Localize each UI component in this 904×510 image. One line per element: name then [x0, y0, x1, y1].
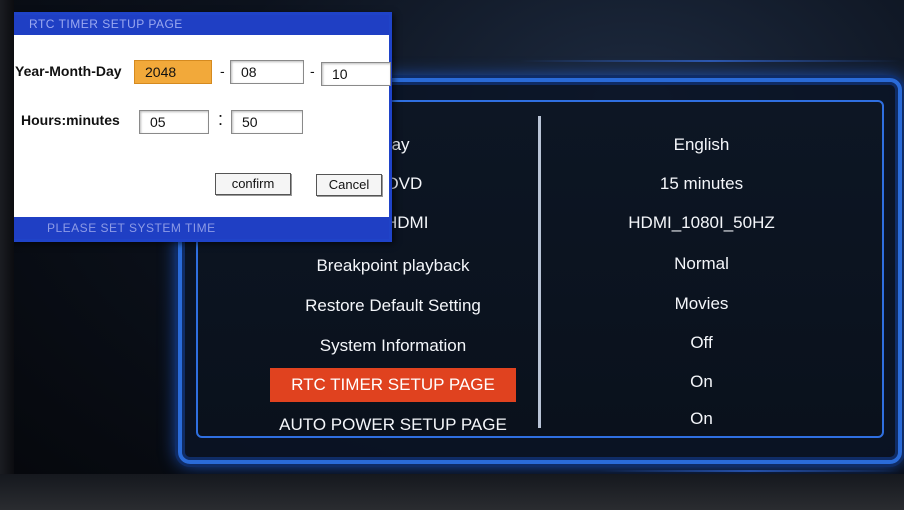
rtc-timer-dialog: RTC TIMER SETUP PAGE Year-Month-Day 2048…	[6, 12, 392, 242]
time-label: Hours:minutes	[21, 112, 120, 128]
light-streak	[520, 60, 900, 62]
dialog-footer-bar: PLEASE SET SYSTEM TIME	[9, 217, 389, 239]
menu-value-restore[interactable]: Movies	[541, 287, 862, 321]
menu-value-breakpoint[interactable]: Normal	[541, 247, 862, 281]
minutes-field[interactable]: 50	[231, 110, 303, 134]
menu-item-rtc-timer-setup[interactable]: RTC TIMER SETUP PAGE	[270, 368, 516, 402]
dialog-hint: PLEASE SET SYSTEM TIME	[47, 221, 216, 235]
year-field[interactable]: 2048	[134, 60, 212, 84]
date-separator: -	[220, 63, 225, 79]
menu-values-column: English 15 minutes HDMI_1080I_50HZ Norma…	[541, 102, 882, 436]
tv-bezel-bottom	[0, 474, 904, 510]
menu-item-breakpoint-playback[interactable]: Breakpoint playback	[270, 249, 516, 283]
menu-value-rtc-timer[interactable]: On	[541, 365, 862, 399]
hours-field[interactable]: 05	[139, 110, 209, 134]
menu-item-restore-default[interactable]: Restore Default Setting	[270, 289, 516, 323]
light-streak	[600, 470, 900, 472]
month-field[interactable]: 08	[230, 60, 304, 84]
dialog-title-bar: RTC TIMER SETUP PAGE	[9, 15, 389, 35]
cancel-button[interactable]: Cancel	[316, 174, 382, 196]
menu-item-system-information[interactable]: System Information	[270, 329, 516, 363]
dialog-title: RTC TIMER SETUP PAGE	[29, 17, 183, 31]
menu-value-screensaver[interactable]: 15 minutes	[541, 167, 862, 201]
menu-value-hdmi[interactable]: HDMI_1080I_50HZ	[541, 206, 862, 240]
date-separator: -	[310, 63, 315, 79]
date-label: Year-Month-Day	[15, 63, 122, 79]
tv-screen: Play ay DVD ect HDMI Breakpoint playback…	[0, 0, 904, 510]
time-separator: :	[218, 109, 224, 129]
menu-item-auto-power-setup[interactable]: AUTO POWER SETUP PAGE	[270, 408, 516, 442]
confirm-button[interactable]: confirm	[215, 173, 291, 195]
day-field[interactable]: 10	[321, 62, 391, 86]
menu-value-system-info[interactable]: Off	[541, 326, 862, 360]
menu-value-language[interactable]: English	[541, 128, 862, 162]
tv-bezel-left	[0, 0, 14, 510]
menu-value-auto-power[interactable]: On	[541, 402, 862, 436]
